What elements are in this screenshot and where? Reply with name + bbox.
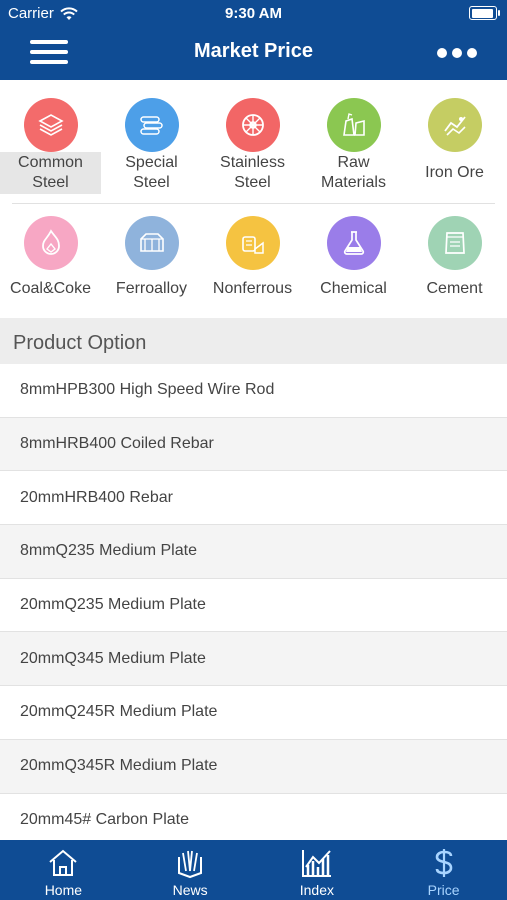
category-label-wrap: Cement [404,278,505,300]
category-label-wrap: Common Steel [0,152,101,194]
steel-sheets-icon [38,114,64,136]
category-label: Ferroalloy [115,280,188,297]
product-row[interactable]: 20mmQ345R Medium Plate [0,739,507,794]
category-nonferrous[interactable]: Nonferrous [202,202,303,320]
category-common-steel[interactable]: Common Steel [0,80,101,198]
category-label: Nonferrous [212,280,293,297]
category-circle [226,98,280,152]
product-row[interactable]: 20mmQ345 Medium Plate [0,632,507,687]
category-label-wrap: Chemical [303,278,404,300]
category-circle [327,98,381,152]
category-grid: Common Steel Special Steel Stainless Ste… [0,80,507,318]
category-label: Chemical [320,280,387,297]
category-label: Common Steel [18,154,83,191]
product-list: 8mmHPB300 High Speed Wire Rod 8mmHRB400 C… [0,364,507,840]
category-label: Special Steel [125,154,178,191]
tab-price[interactable]: Price [380,840,507,900]
clock: 9:30 AM [225,5,282,22]
materials-icon [343,113,365,136]
product-row[interactable]: 8mmHPB300 High Speed Wire Rod [0,364,507,418]
category-iron-ore[interactable]: Iron Ore [404,80,505,198]
ferroalloy-icon [140,233,164,252]
cement-bag-icon [445,232,465,254]
category-label-wrap: Coal&Coke [0,278,101,300]
category-row: Common Steel Special Steel Stainless Ste… [0,80,507,198]
product-row[interactable]: 8mmHRB400 Coiled Rebar [0,417,507,472]
tab-label: News [172,882,208,898]
more-icon [452,48,462,58]
page-title: Market Price [194,40,313,62]
category-cement[interactable]: Cement [404,202,505,320]
category-label-wrap: Ferroalloy [101,278,202,300]
category-label: Coal&Coke [10,280,91,297]
category-circle [24,216,78,270]
category-circle [125,216,179,270]
tab-home[interactable]: Home [0,840,127,900]
category-row: Coal&Coke Ferroalloy Nonferrous Chemical… [0,202,507,320]
tab-index[interactable]: Index [254,840,381,900]
category-circle [428,216,482,270]
wheel-icon [242,114,264,136]
category-special-steel[interactable]: Special Steel [101,80,202,198]
category-circle [24,98,78,152]
dollar-icon [427,846,461,880]
category-circle [327,216,381,270]
product-row[interactable]: 20mmHRB400 Rebar [0,471,507,526]
tab-label: Home [44,882,83,898]
more-icon [467,48,477,58]
category-coal-coke[interactable]: Coal&Coke [0,202,101,320]
home-icon [46,846,80,880]
category-label-wrap: Nonferrous [202,278,303,300]
battery-level [471,8,494,18]
category-label: Stainless Steel [220,154,285,191]
category-label: Raw Materials [321,154,386,191]
category-circle [226,216,280,270]
category-label-wrap: Iron Ore [404,152,505,194]
tab-news[interactable]: News [127,840,254,900]
steel-bars-icon [140,116,163,135]
tab-label: Price [427,882,460,898]
tab-label: Index [299,882,334,898]
flask-icon [343,231,365,255]
product-row[interactable]: 8mmQ235 Medium Plate [0,525,507,579]
section-title: Product Option [13,332,147,354]
category-raw-materials[interactable]: Raw Materials [303,80,404,198]
status-bar: Carrier 9:30 AM [0,0,507,28]
category-stainless-steel[interactable]: Stainless Steel [202,80,303,198]
ore-icon [444,116,466,136]
category-circle [428,98,482,152]
nav-bar: Market Price [0,28,507,80]
product-row[interactable]: 20mmQ245R Medium Plate [0,686,507,740]
coal-icon [42,229,60,255]
more-button[interactable] [437,45,477,61]
category-label: Iron Ore [425,164,484,181]
chart-icon [300,846,334,880]
product-row[interactable]: 20mm45# Carbon Plate [0,793,507,840]
nonferrous-icon [242,236,264,254]
section-header: Product Option [0,318,507,364]
tab-bar: Home News Index Price [0,840,507,900]
category-ferroalloy[interactable]: Ferroalloy [101,202,202,320]
category-label-wrap: Raw Materials [303,152,404,194]
more-icon [437,48,447,58]
category-circle [125,98,179,152]
category-label: Cement [426,280,483,297]
category-label-wrap: Special Steel [101,152,202,194]
category-chemical[interactable]: Chemical [303,202,404,320]
news-icon [173,846,207,880]
category-label-wrap: Stainless Steel [202,152,303,194]
product-row[interactable]: 20mmQ235 Medium Plate [0,578,507,633]
battery-icon [469,6,500,20]
